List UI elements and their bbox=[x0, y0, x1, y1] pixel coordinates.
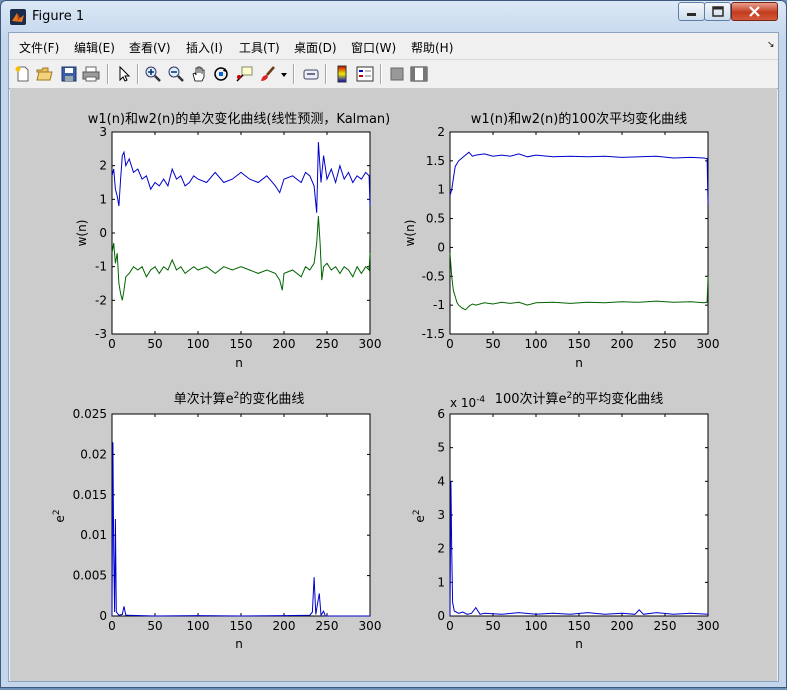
plot-area[interactable] bbox=[111, 131, 371, 335]
y-tick-label: 1 bbox=[437, 575, 445, 589]
y-tick-label: -3 bbox=[95, 327, 107, 341]
y-tick-label: 0.025 bbox=[73, 407, 107, 421]
y-tick-label: 0 bbox=[99, 226, 107, 240]
x-tick-label: 300 bbox=[359, 619, 382, 633]
y-tick-label: 4 bbox=[437, 474, 445, 488]
y-tick-label: 0.02 bbox=[80, 447, 107, 461]
axes-top-left: w1(n)和w2(n)的单次变化曲线(线性预测，Kalman) 0 50 100 15… bbox=[75, 111, 390, 370]
y-tick-label: 1 bbox=[99, 192, 107, 206]
figure-canvas: w1(n)和w2(n)的单次变化曲线(线性预测，Kalman) 0 50 100 15… bbox=[10, 88, 777, 681]
y-tick-label: 6 bbox=[437, 407, 445, 421]
x-tick-label: 150 bbox=[568, 619, 591, 633]
x-tick-label: 0 bbox=[108, 619, 116, 633]
y-tick-label: 0.005 bbox=[73, 569, 107, 583]
plot-area[interactable] bbox=[111, 413, 371, 617]
y-tick-label: -1 bbox=[95, 260, 107, 274]
x-axis-label: n bbox=[235, 356, 243, 370]
y-axis-label: w(n) bbox=[403, 220, 417, 247]
figure-plots: w1(n)和w2(n)的单次变化曲线(线性预测，Kalman) 0 50 100 15… bbox=[52, 111, 719, 651]
figure-window: Figure 1 文件(F) 编辑(E) 查看(V) 插入(I) 工具(T) 桌… bbox=[0, 0, 787, 688]
x-tick-label: 0 bbox=[446, 619, 454, 633]
x-tick-label: 300 bbox=[697, 619, 720, 633]
x-tick-label: 50 bbox=[147, 619, 162, 633]
y-tick-label: 0.5 bbox=[426, 212, 445, 226]
x-tick-label: 100 bbox=[187, 337, 210, 351]
y-tick-label: 5 bbox=[437, 441, 445, 455]
x-tick-label: 200 bbox=[273, 337, 296, 351]
y-tick-label: 0 bbox=[437, 240, 445, 254]
x-tick-label: 100 bbox=[187, 619, 210, 633]
y-axis-label: w(n) bbox=[75, 220, 89, 247]
axes-top-right: w1(n)和w2(n)的100次平均变化曲线 0 50 100 150 200 250 30… bbox=[403, 111, 719, 370]
y-exponent-label: x 10-4 bbox=[450, 395, 485, 410]
x-tick-label: 50 bbox=[485, 337, 500, 351]
x-tick-label: 0 bbox=[446, 337, 454, 351]
x-tick-label: 200 bbox=[611, 337, 634, 351]
x-tick-label: 300 bbox=[359, 337, 382, 351]
x-axis-label: n bbox=[235, 637, 243, 651]
y-tick-label: -2 bbox=[95, 293, 107, 307]
y-tick-label: 1 bbox=[437, 183, 445, 197]
y-axis-label: e2 bbox=[52, 509, 67, 522]
window-client-area: 文件(F) 编辑(E) 查看(V) 插入(I) 工具(T) 桌面(D) 窗口(W… bbox=[8, 32, 779, 682]
y-tick-label: 3 bbox=[99, 125, 107, 139]
y-tick-label: -1.5 bbox=[422, 327, 445, 341]
y-tick-label: 2 bbox=[437, 125, 445, 139]
x-tick-label: 300 bbox=[697, 337, 720, 351]
x-tick-label: 100 bbox=[525, 619, 548, 633]
x-tick-label: 250 bbox=[316, 337, 339, 351]
x-tick-label: 200 bbox=[273, 619, 296, 633]
x-tick-label: 150 bbox=[230, 619, 253, 633]
x-tick-label: 250 bbox=[654, 619, 677, 633]
x-tick-label: 50 bbox=[147, 337, 162, 351]
x-tick-label: 100 bbox=[525, 337, 548, 351]
y-tick-label: 2 bbox=[437, 542, 445, 556]
x-axis-label: n bbox=[575, 356, 583, 370]
y-tick-label: 0.01 bbox=[80, 528, 107, 542]
x-tick-label: 0 bbox=[108, 337, 116, 351]
plot-title: w1(n)和w2(n)的单次变化曲线(线性预测，Kalman) bbox=[88, 111, 390, 127]
y-tick-label: 2 bbox=[99, 159, 107, 173]
y-tick-label: -1 bbox=[433, 298, 445, 312]
plot-title: 100次计算e2的平均变化曲线 bbox=[495, 391, 664, 407]
plot-area[interactable] bbox=[449, 413, 709, 617]
x-tick-label: 200 bbox=[611, 619, 634, 633]
plot-title: w1(n)和w2(n)的100次平均变化曲线 bbox=[471, 111, 687, 127]
y-tick-label: 0.015 bbox=[73, 488, 107, 502]
x-tick-label: 150 bbox=[568, 337, 591, 351]
x-tick-label: 250 bbox=[316, 619, 339, 633]
x-tick-label: 50 bbox=[485, 619, 500, 633]
y-tick-label: 1.5 bbox=[426, 154, 445, 168]
x-axis-label: n bbox=[575, 637, 583, 651]
x-tick-label: 250 bbox=[654, 337, 677, 351]
axes-bottom-right: x 10-4 100次计算e2的平均变化曲线 0 50 100 150 200 250 30… bbox=[412, 391, 719, 651]
x-tick-label: 150 bbox=[230, 337, 253, 351]
y-tick-label: 0 bbox=[437, 609, 445, 623]
y-tick-label: 3 bbox=[437, 508, 445, 522]
plot-title: 单次计算e2的变化曲线 bbox=[174, 391, 305, 407]
y-tick-label: 0 bbox=[99, 609, 107, 623]
y-axis-label: e2 bbox=[412, 509, 427, 522]
y-tick-label: -0.5 bbox=[422, 269, 445, 283]
axes-bottom-left: 单次计算e2的变化曲线 0 50 100 150 200 250 300 0 0.005 0.01… bbox=[52, 391, 381, 651]
